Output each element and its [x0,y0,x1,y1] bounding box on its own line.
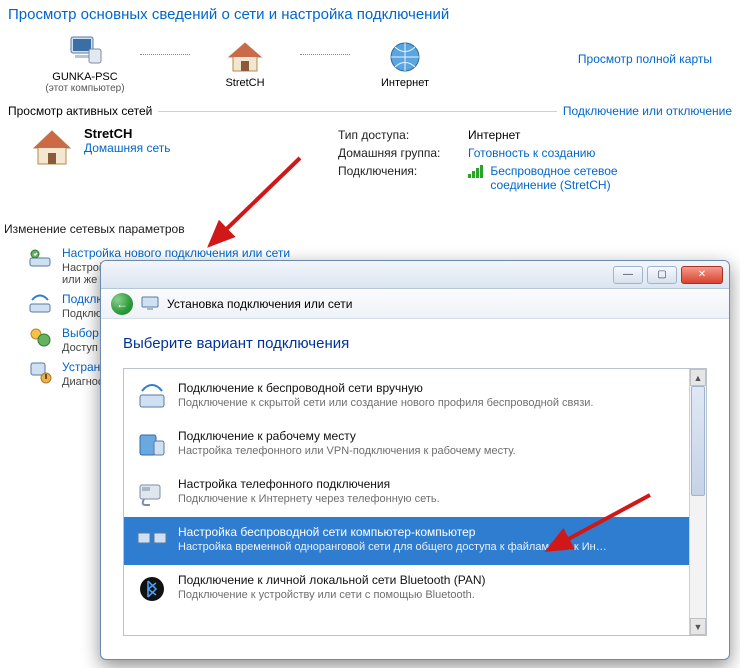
option-title: Подключение к рабочему месту [178,429,516,443]
option-icon [136,573,168,605]
homegroup-link[interactable]: Готовность к созданию [468,146,595,160]
access-type-value: Интернет [468,128,520,142]
option-icon [136,381,168,413]
connection-option[interactable]: Подключение к рабочему месту Настройка те… [124,421,689,469]
connection-option[interactable]: Подключение к личной локальной сети Blue… [124,565,689,613]
option-icon [136,525,168,557]
connection-option[interactable]: Настройка телефонного подключения Подключ… [124,469,689,517]
section-label: Просмотр активных сетей [8,104,152,118]
troubleshoot-icon [28,360,52,384]
node-sublabel: (этот компьютер) [45,83,124,94]
scroll-down-button[interactable]: ▼ [690,618,706,635]
active-network-panel: StretCH Домашняя сеть Тип доступа: Интер… [0,118,740,202]
netmap-node-thispc[interactable]: GUNKA-PSC (этот компьютер) [30,31,140,94]
close-button[interactable]: ✕ [681,266,723,284]
scroll-track[interactable] [690,386,706,618]
homegroup-icon [28,326,52,350]
connect-disconnect-link[interactable]: Подключение или отключение [563,104,732,118]
scroll-up-button[interactable]: ▲ [690,369,706,386]
dialog-toolbar: ← Установка подключения или сети [101,289,729,319]
option-title: Настройка телефонного подключения [178,477,440,491]
house-icon [30,126,74,170]
option-desc: Подключение к Интернету через телефонную… [178,493,440,505]
dialog-titlebar[interactable]: — ▢ ✕ [101,261,729,289]
option-title: Подключение к личной локальной сети Blue… [178,573,486,587]
access-type-label: Тип доступа: [338,128,468,142]
option-title: Подключение к беспроводной сети вручную [178,381,593,395]
monitor-icon [141,295,159,313]
network-connect-icon [28,292,52,316]
back-button[interactable]: ← [111,293,133,315]
connections-label: Подключения: [338,164,468,192]
signal-bars-icon [468,165,483,178]
option-title: Настройка беспроводной сети компьютер-ко… [178,525,608,539]
netmap-node-internet[interactable]: Интернет [350,37,460,89]
globe-icon [385,37,425,77]
active-networks-header: Просмотр активных сетей Подключение или … [8,104,732,118]
network-setup-icon [28,246,52,270]
minimize-button[interactable]: — [613,266,643,284]
page-title: Просмотр основных сведений о сети и наст… [0,0,740,31]
connector-line [140,54,190,55]
option-desc: Подключение к устройству или сети с помо… [178,589,486,601]
dialog-toolbar-title: Установка подключения или сети [167,297,352,311]
computer-icon [65,31,105,71]
divider [158,111,557,112]
network-type-link[interactable]: Домашняя сеть [84,141,170,155]
change-settings-label: Изменение сетевых параметров [4,222,740,236]
option-desc: Настройка временной одноранговой сети дл… [178,541,608,553]
node-label: Интернет [381,77,429,89]
scroll-thumb[interactable] [691,386,705,496]
homegroup-label: Домашняя группа: [338,146,468,160]
opt-desc: Подключение или повторное подключение к … [62,308,102,320]
netmap-node-router[interactable]: StretCH [190,37,300,89]
active-network-name: StretCH [84,126,170,141]
option-desc: Подключение к скрытой сети или создание … [178,397,593,409]
connector-line [300,54,350,55]
scrollbar[interactable]: ▲ ▼ [689,369,706,635]
connection-options-list: Подключение к беспроводной сети вручную П… [123,368,707,636]
opt-title: Подключиться к сети [62,292,102,306]
setup-connection-dialog: — ▢ ✕ ← Установка подключения или сети В… [100,260,730,660]
connection-option[interactable]: Настройка беспроводной сети компьютер-ко… [124,517,689,565]
dialog-heading: Выберите вариант подключения [123,335,707,352]
option-icon [136,429,168,461]
connection-link[interactable]: Беспроводное сетевое соединение (StretCH… [490,164,670,192]
node-label: StretCH [225,77,264,89]
network-map: GUNKA-PSC (этот компьютер) StretCH Интер… [0,31,740,94]
view-full-map-link[interactable]: Просмотр полной карты [578,52,712,66]
house-icon [225,37,265,77]
opt-title: Настройка нового подключения или сети [62,246,522,260]
opt-title: Устранение неполадок [62,360,102,374]
connection-option[interactable]: Подключение к беспроводной сети вручную П… [124,373,689,421]
opt-desc: Доступ к файлам и принтерам, расположенн… [62,342,102,354]
opt-title: Выбор домашней группы и параметров общег… [62,326,102,340]
node-label: GUNKA-PSC [52,71,117,83]
option-icon [136,477,168,509]
maximize-button[interactable]: ▢ [647,266,677,284]
opt-desc: Диагностика и исправление сетевых пробле… [62,376,102,388]
option-desc: Настройка телефонного или VPN-подключени… [178,445,516,457]
